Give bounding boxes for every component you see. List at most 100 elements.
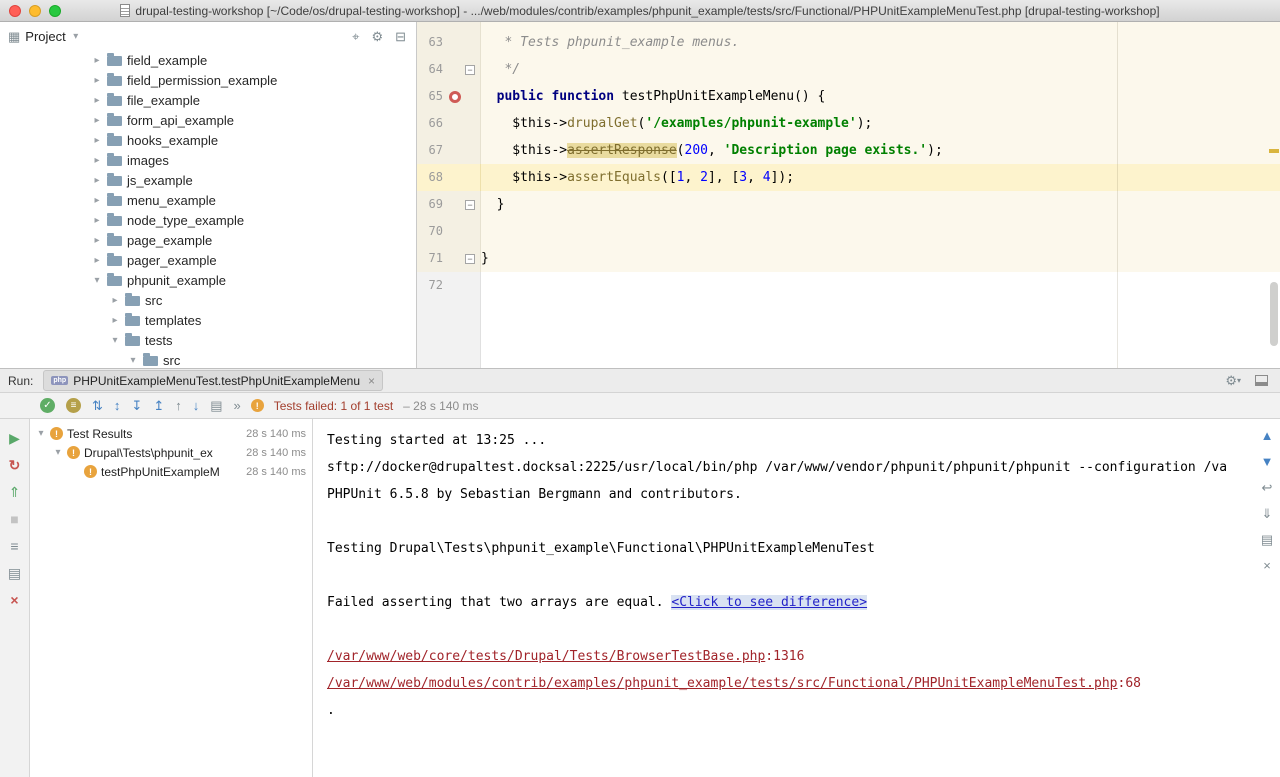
locate-file-icon[interactable]: ⌖ (352, 30, 359, 43)
chevron-down-icon[interactable]: ▾ (53, 447, 63, 458)
chevron-right-icon[interactable]: ▸ (92, 255, 102, 266)
line-number[interactable]: 65 (417, 83, 443, 110)
chevron-right-icon[interactable]: ▸ (92, 95, 102, 106)
scroll-down-icon[interactable]: ▼ (1261, 455, 1274, 468)
fold-marker-icon[interactable]: − (465, 65, 475, 75)
chevron-down-icon[interactable]: ▾ (110, 335, 120, 346)
project-tree-item-field_permission_example[interactable]: ▸field_permission_example (0, 70, 416, 90)
project-tree-item-templates[interactable]: ▸templates (0, 310, 416, 330)
close-window-button[interactable] (9, 5, 21, 17)
chevron-right-icon[interactable]: ▸ (92, 115, 102, 126)
view-diff-link[interactable]: <Click to see difference> (671, 595, 867, 610)
chevron-right-icon[interactable]: ▸ (92, 75, 102, 86)
next-failed-test-icon[interactable]: ↓ (193, 399, 200, 412)
chevron-right-icon[interactable]: ▸ (92, 155, 102, 166)
stop-button[interactable]: ■ (10, 512, 18, 526)
chevron-down-icon[interactable]: ▾ (92, 275, 102, 286)
fold-marker-icon[interactable]: − (465, 254, 475, 264)
line-number[interactable]: 64 (417, 56, 443, 83)
minimize-window-button[interactable] (29, 5, 41, 17)
line-number[interactable]: 67 (417, 137, 443, 164)
clear-console-icon[interactable]: × (1263, 559, 1271, 572)
chevron-down-icon[interactable]: ▾ (128, 355, 138, 366)
code-text[interactable]: * Tests phpunit_example menus. (481, 29, 1280, 56)
test-history-button[interactable]: ≡ (10, 539, 18, 553)
project-tree-item-field_example[interactable]: ▸field_example (0, 50, 416, 70)
chevron-right-icon[interactable]: ▸ (92, 55, 102, 66)
hide-panel-icon[interactable] (1255, 375, 1268, 386)
chevron-right-icon[interactable]: ▸ (110, 315, 120, 326)
code-text[interactable]: */ (481, 56, 1280, 83)
line-number[interactable]: 63 (417, 29, 443, 56)
project-tree-item-src[interactable]: ▸src (0, 290, 416, 310)
previous-failed-test-icon[interactable]: ↑ (175, 399, 182, 412)
warning-stripe-mark[interactable] (1269, 149, 1279, 153)
line-number[interactable]: 71 (417, 245, 443, 272)
line-number[interactable]: 72 (417, 272, 443, 299)
chevron-right-icon[interactable]: ▸ (92, 215, 102, 226)
code-text[interactable]: } (481, 191, 1280, 218)
project-tree-item-pager_example[interactable]: ▸pager_example (0, 250, 416, 270)
fold-marker-icon[interactable]: − (465, 200, 475, 210)
line-number[interactable]: 68 (417, 164, 443, 191)
stacktrace-link[interactable]: /var/www/web/modules/contrib/examples/ph… (327, 676, 1118, 691)
code-text[interactable]: public function testPhpUnitExampleMenu()… (481, 83, 1280, 110)
collapse-all-icon[interactable]: ⊟ (395, 30, 406, 43)
test-tree-item[interactable]: !testPhpUnitExampleM28 s 140 ms (30, 462, 312, 481)
restore-layout-button[interactable]: ▤ (8, 566, 21, 580)
scroll-up-icon[interactable]: ▲ (1261, 429, 1274, 442)
project-tree-item-file_example[interactable]: ▸file_example (0, 90, 416, 110)
settings-gear-icon[interactable]: ⚙ (371, 30, 383, 43)
code-text[interactable]: $this->assertEquals([1, 2], [3, 4]); (481, 164, 1280, 191)
line-number[interactable]: 66 (417, 110, 443, 137)
show-passed-icon[interactable]: ✓ (40, 398, 55, 413)
project-tree-item-phpunit_example[interactable]: ▾phpunit_example (0, 270, 416, 290)
project-tree-item-page_example[interactable]: ▸page_example (0, 230, 416, 250)
line-number[interactable]: 69 (417, 191, 443, 218)
collapse-all-icon[interactable]: ↥ (153, 399, 164, 412)
sort-alphabetically-icon[interactable]: ⇅ (92, 399, 103, 412)
line-number[interactable]: 70 (417, 218, 443, 245)
scroll-to-end-icon[interactable]: ⇓ (1262, 507, 1273, 520)
stacktrace-link[interactable]: /var/www/web/core/tests/Drupal/Tests/Bro… (327, 649, 765, 664)
project-tree-item-hooks_example[interactable]: ▸hooks_example (0, 130, 416, 150)
project-tree-item-js_example[interactable]: ▸js_example (0, 170, 416, 190)
chevron-right-icon[interactable]: ▸ (92, 235, 102, 246)
test-tree-item[interactable]: ▾!Test Results28 s 140 ms (30, 424, 312, 443)
export-test-results-icon[interactable]: ▤ (210, 399, 222, 412)
chevron-down-icon[interactable]: ▾ (36, 428, 46, 439)
soft-wrap-icon[interactable]: ↩ (1262, 481, 1273, 494)
project-tree-item-node_type_example[interactable]: ▸node_type_example (0, 210, 416, 230)
code-text[interactable]: } (481, 245, 1280, 272)
show-ignored-icon[interactable]: ≡ (66, 398, 81, 413)
project-tree-item-menu_example[interactable]: ▸menu_example (0, 190, 416, 210)
chevron-right-icon[interactable]: ▸ (92, 195, 102, 206)
chevron-right-icon[interactable]: ▸ (92, 135, 102, 146)
editor[interactable]: 63 * Tests phpunit_example menus. 64 − */ 6… (417, 22, 1280, 368)
rerun-failed-tests-button[interactable]: ↻ (9, 458, 21, 472)
code-text[interactable] (481, 272, 1280, 299)
project-tree-item-images[interactable]: ▸images (0, 150, 416, 170)
test-failed-gutter-icon[interactable] (449, 91, 461, 103)
editor-scrollbar-thumb[interactable] (1270, 282, 1278, 346)
close-button[interactable]: × (10, 593, 18, 607)
expand-all-icon[interactable]: ↧ (131, 399, 142, 412)
settings-gear-icon[interactable]: ⚙▾ (1225, 374, 1241, 387)
chevron-right-icon[interactable]: ▸ (110, 295, 120, 306)
toggle-auto-test-button[interactable]: ⇑ (9, 485, 21, 499)
print-icon[interactable]: ▤ (1261, 533, 1273, 546)
chevron-right-icon[interactable]: ▸ (92, 175, 102, 186)
chevron-down-icon[interactable]: ▾ (71, 31, 81, 42)
project-tree-item-src[interactable]: ▾src (0, 350, 416, 368)
close-tab-icon[interactable]: × (368, 374, 375, 388)
project-panel-title[interactable]: Project (25, 29, 65, 44)
project-tree-item-tests[interactable]: ▾tests (0, 330, 416, 350)
sort-by-duration-icon[interactable]: ↕ (114, 399, 121, 412)
run-tab[interactable]: php PHPUnitExampleMenuTest.testPhpUnitEx… (43, 370, 383, 391)
code-text[interactable]: $this->drupalGet('/examples/phpunit-exam… (481, 110, 1280, 137)
code-text[interactable] (481, 218, 1280, 245)
more-options-icon[interactable]: » (234, 399, 241, 412)
project-tree-item-form_api_example[interactable]: ▸form_api_example (0, 110, 416, 130)
code-text[interactable]: $this->assertResponse(200, 'Description … (481, 137, 1280, 164)
zoom-window-button[interactable] (49, 5, 61, 17)
